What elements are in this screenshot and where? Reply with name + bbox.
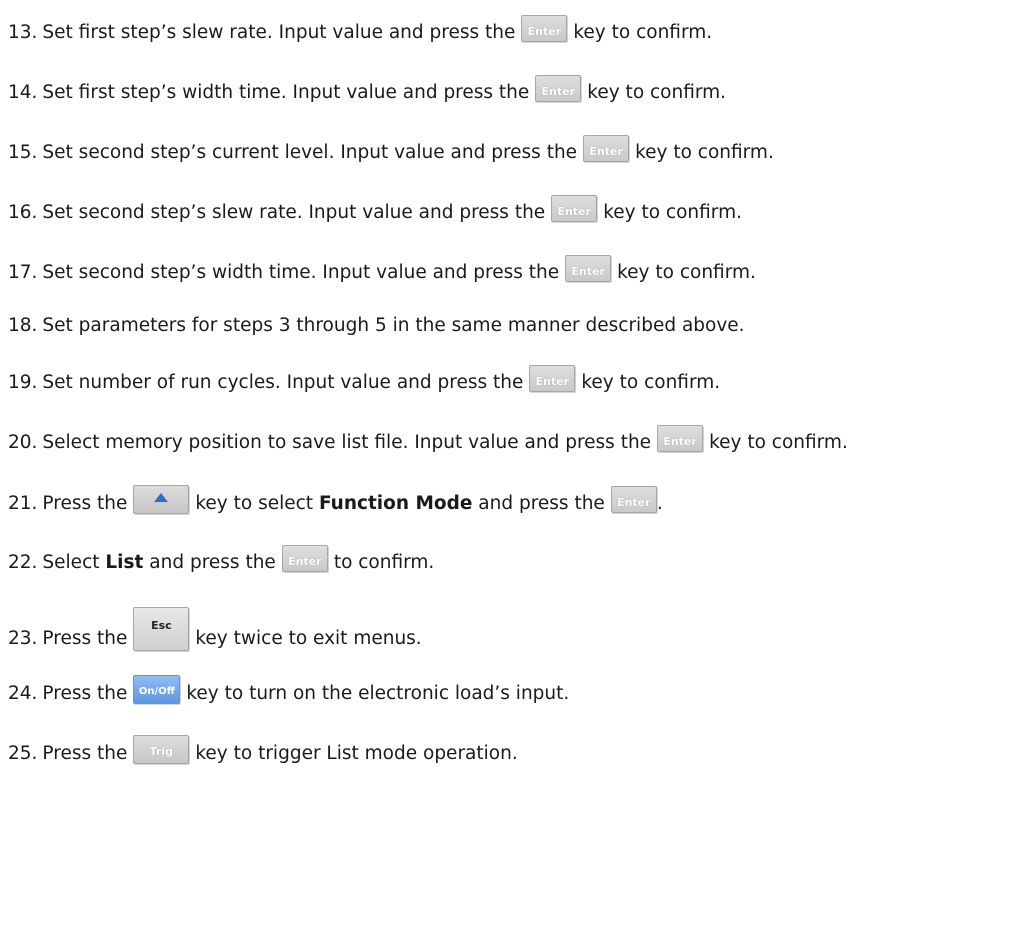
step-text: Set second step’s current level. Input v… <box>42 141 578 163</box>
step-text: key to select <box>195 492 314 514</box>
step-number: 22. <box>8 551 38 573</box>
step-text: and press the <box>149 551 276 573</box>
step-number: 16. <box>8 201 38 223</box>
step-text: Set first step’s width time. Input value… <box>42 81 530 103</box>
step-number: 13. <box>8 21 38 43</box>
step-22: 22. Select List and press the Enter to c… <box>8 545 435 576</box>
step-text: Set second step’s slew rate. Input value… <box>42 201 546 223</box>
enter-key-icon: Enter <box>521 15 568 42</box>
step-number: 17. <box>8 261 38 283</box>
step-17: 17. Set second step’s width time. Input … <box>8 255 756 286</box>
step-text: . <box>656 492 663 514</box>
step-text: key to confirm. <box>635 141 774 163</box>
step-text: Set first step’s slew rate. Input value … <box>42 21 516 43</box>
enter-key-icon: Enter <box>565 255 612 282</box>
step-text: key to confirm. <box>709 431 848 453</box>
step-text: Press the <box>42 742 128 764</box>
step-text: key twice to exit menus. <box>195 628 422 649</box>
trig-key-icon: Trig <box>133 735 190 764</box>
up-arrow-icon <box>154 493 169 502</box>
step-text: key to confirm. <box>603 201 742 223</box>
up-arrow-key-icon <box>133 485 190 514</box>
on-off-key-icon: On/Off <box>133 675 181 704</box>
step-text: and press the <box>478 492 605 514</box>
step-text: Set second step’s width time. Input valu… <box>42 261 560 283</box>
step-25: 25. Press the Trig key to trigger List m… <box>8 735 518 768</box>
enter-key-icon: Enter <box>529 365 576 392</box>
step-16: 16. Set second step’s slew rate. Input v… <box>8 195 742 226</box>
step-number: 24. <box>8 682 38 704</box>
step-23: 23. Press the Esc key twice to exit menu… <box>8 607 422 661</box>
step-number: 23. <box>8 628 38 649</box>
step-number: 14. <box>8 81 38 103</box>
step-19: 19. Set number of run cycles. Input valu… <box>8 365 721 396</box>
step-number: 20. <box>8 431 38 453</box>
step-number: 18. <box>8 315 38 336</box>
esc-key-icon: Esc <box>133 607 190 651</box>
enter-key-icon: Enter <box>551 195 598 222</box>
function-mode-label: Function Mode <box>318 492 473 514</box>
step-text: Select memory position to save list file… <box>42 431 652 453</box>
step-21: 21. Press the key to select Function Mod… <box>8 485 663 518</box>
step-text: key to turn on the electronic load’s inp… <box>186 682 570 704</box>
step-text: Set number of run cycles. Input value an… <box>42 371 524 393</box>
step-24: 24. Press the On/Off key to turn on the … <box>8 675 570 708</box>
step-15: 15. Set second step’s current level. Inp… <box>8 135 774 166</box>
step-number: 19. <box>8 371 38 393</box>
step-13: 13. Set first step’s slew rate. Input va… <box>8 15 713 46</box>
enter-key-icon: Enter <box>281 545 328 572</box>
step-14: 14. Set first step’s width time. Input v… <box>8 75 727 106</box>
step-number: 15. <box>8 141 38 163</box>
step-20: 20. Select memory position to save list … <box>8 425 848 456</box>
step-text: key to confirm. <box>587 81 727 103</box>
step-18: 18. Set parameters for steps 3 through 5… <box>8 313 745 339</box>
enter-key-icon: Enter <box>610 486 657 513</box>
step-text: Press the <box>42 492 128 514</box>
step-text: key to confirm. <box>573 21 713 43</box>
enter-key-icon: Enter <box>535 75 582 102</box>
step-text: Select <box>42 551 100 573</box>
step-text: Press the <box>42 682 128 704</box>
step-number: 25. <box>8 742 38 764</box>
step-text: to confirm. <box>333 551 435 573</box>
list-label: List <box>105 551 144 573</box>
enter-key-icon: Enter <box>583 135 630 162</box>
step-text: key to confirm. <box>581 371 721 393</box>
step-number: 21. <box>8 492 38 514</box>
step-text: key to confirm. <box>617 261 756 283</box>
step-text: Set parameters for steps 3 through 5 in … <box>42 315 745 336</box>
step-text: Press the <box>42 628 128 649</box>
step-text: key to trigger List mode operation. <box>195 742 518 764</box>
enter-key-icon: Enter <box>657 425 704 452</box>
